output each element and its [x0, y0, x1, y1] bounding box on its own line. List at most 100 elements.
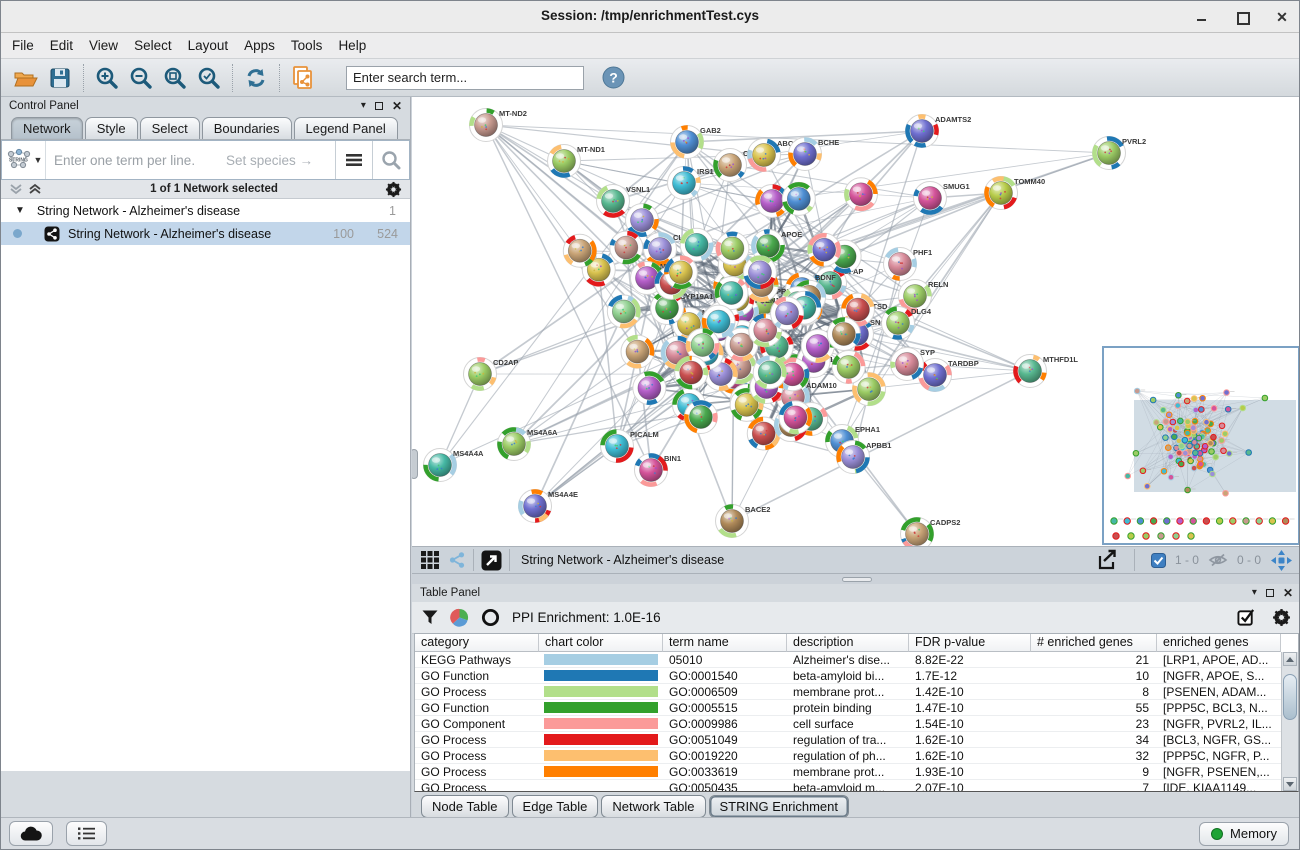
network-node[interactable]: CADPS2	[901, 518, 961, 547]
selected-nodes-checkbox-icon[interactable]	[1151, 553, 1166, 568]
network-node[interactable]	[684, 400, 717, 433]
share-view-icon[interactable]	[448, 551, 466, 569]
column-header--enriched-genes[interactable]: # enriched genes	[1031, 634, 1157, 652]
zoom-selected-button[interactable]	[192, 62, 226, 94]
network-node[interactable]: MT-ND2	[470, 109, 527, 142]
table-row[interactable]: GO ComponentGO:0009986cell surface1.54E-…	[415, 716, 1281, 732]
network-node[interactable]	[808, 233, 841, 266]
menu-edit[interactable]: Edit	[50, 35, 82, 56]
panel-float-icon[interactable]	[375, 102, 383, 110]
network-node[interactable]: BACE2	[716, 505, 771, 538]
tab-string-enrichment[interactable]: STRING Enrichment	[709, 795, 849, 818]
expand-all-icon[interactable]	[28, 183, 43, 195]
column-header-enriched-genes[interactable]: enriched genes	[1157, 634, 1281, 652]
table-vertical-scrollbar[interactable]	[1281, 652, 1298, 791]
table-row[interactable]: GO ProcessGO:0019220regulation of ph...1…	[415, 748, 1281, 764]
column-header-description[interactable]: description	[787, 634, 909, 652]
network-node[interactable]	[716, 232, 749, 265]
tab-style[interactable]: Style	[85, 117, 138, 139]
network-node[interactable]: BIN1	[635, 454, 682, 487]
network-node[interactable]: PHF1	[884, 248, 933, 281]
network-collection-row[interactable]: ▼ String Network - Alzheimer's disease 1	[1, 199, 410, 222]
panel-divider-grip[interactable]	[412, 449, 418, 479]
tab-edge-table[interactable]: Edge Table	[512, 795, 599, 818]
menu-select[interactable]: Select	[134, 35, 181, 56]
network-node[interactable]	[715, 277, 748, 310]
scroll-down-button[interactable]	[1283, 777, 1297, 791]
table-panel-float-icon[interactable]	[1266, 589, 1274, 597]
network-node[interactable]: MTHFD1L	[1014, 355, 1079, 388]
memory-button[interactable]: Memory	[1199, 822, 1289, 846]
cloud-tasks-button[interactable]	[9, 821, 53, 846]
network-node[interactable]	[664, 256, 697, 289]
tree-expand-triangle-icon[interactable]: ▼	[15, 205, 25, 216]
network-node[interactable]: MS4A4E	[519, 490, 579, 523]
network-node[interactable]: ADAMTS2	[906, 115, 972, 148]
panel-close-icon[interactable]: ✕	[392, 101, 402, 111]
network-node[interactable]	[563, 234, 596, 267]
tab-node-table[interactable]: Node Table	[421, 795, 509, 818]
table-row[interactable]: KEGG Pathways05010Alzheimer's dise...8.8…	[415, 652, 1281, 668]
tab-network-table[interactable]: Network Table	[601, 795, 705, 818]
minimize-button[interactable]	[1195, 10, 1209, 24]
menu-help[interactable]: Help	[338, 35, 375, 56]
network-node[interactable]	[782, 182, 815, 215]
network-node[interactable]	[675, 356, 708, 389]
network-canvas[interactable]: MT-ND2MT-ND1VSNL1GAB2IRS1CHATABCA7BCHEAC…	[412, 97, 1300, 546]
birds-eye-view[interactable]	[1102, 346, 1300, 545]
network-node[interactable]	[633, 372, 666, 405]
remove-chart-icon[interactable]	[481, 608, 500, 627]
tab-network[interactable]: Network	[11, 117, 83, 139]
open-session-button[interactable]	[9, 62, 43, 94]
network-node[interactable]: BCHE	[789, 138, 840, 171]
network-node[interactable]: GAB2	[671, 126, 721, 159]
network-node[interactable]	[827, 317, 860, 350]
network-node[interactable]	[771, 297, 804, 330]
network-node[interactable]	[607, 295, 640, 328]
network-node[interactable]	[753, 356, 786, 389]
column-header-FDR-p-value[interactable]: FDR p-value	[909, 634, 1031, 652]
table-row[interactable]: GO FunctionGO:0005515protein binding1.47…	[415, 700, 1281, 716]
zoom-fit-button[interactable]	[158, 62, 192, 94]
filter-icon[interactable]	[422, 610, 438, 625]
scrollbar-thumb[interactable]	[1283, 674, 1297, 720]
network-node[interactable]: MT-ND1	[548, 145, 605, 178]
export-network-icon[interactable]	[1096, 549, 1118, 571]
menu-layout[interactable]: Layout	[188, 35, 238, 56]
network-node[interactable]	[779, 401, 812, 434]
tab-boundaries[interactable]: Boundaries	[202, 117, 292, 139]
network-node[interactable]	[844, 178, 877, 211]
network-node[interactable]	[610, 231, 643, 264]
zoom-in-button[interactable]	[90, 62, 124, 94]
table-row[interactable]: GO ProcessGO:0051049regulation of tra...…	[415, 732, 1281, 748]
network-row[interactable]: String Network - Alzheimer's disease 100…	[1, 222, 410, 245]
tab-select[interactable]: Select	[140, 117, 200, 139]
network-node[interactable]: PVRL2	[1093, 137, 1147, 170]
column-header-chart-color[interactable]: chart color	[539, 634, 663, 652]
column-header-term-name[interactable]: term name	[663, 634, 787, 652]
search-input[interactable]	[346, 66, 584, 90]
save-session-button[interactable]	[43, 62, 77, 94]
table-row[interactable]: GO ProcessGO:0050435beta-amyloid m...2.0…	[415, 780, 1281, 791]
network-from-file-button[interactable]	[286, 62, 320, 94]
grid-view-icon[interactable]	[420, 550, 440, 570]
panel-menu-caret-icon[interactable]: ▾	[361, 101, 366, 111]
help-button[interactable]: ?	[596, 62, 630, 94]
menu-view[interactable]: View	[89, 35, 127, 56]
birds-eye-toggle-icon[interactable]	[1270, 549, 1293, 572]
menu-tools[interactable]: Tools	[291, 35, 332, 56]
table-row[interactable]: GO ProcessGO:0033619membrane prot...1.93…	[415, 764, 1281, 780]
table-panel-menu-caret-icon[interactable]: ▾	[1252, 588, 1257, 598]
collapse-all-icon[interactable]	[9, 183, 24, 195]
column-header-category[interactable]: category	[415, 634, 539, 652]
hidden-nodes-eye-icon[interactable]	[1208, 553, 1228, 567]
chart-settings-icon[interactable]	[450, 608, 469, 627]
detach-view-icon[interactable]	[481, 550, 502, 571]
menu-file[interactable]: File	[12, 35, 43, 56]
task-history-button[interactable]	[66, 821, 107, 846]
network-options-gear-icon[interactable]	[385, 181, 402, 198]
table-row[interactable]: GO ProcessGO:0006509membrane prot...1.42…	[415, 684, 1281, 700]
refresh-button[interactable]	[239, 62, 273, 94]
string-query-input[interactable]: Enter one term per line. Set species →	[46, 141, 335, 179]
table-settings-gear-icon[interactable]	[1272, 608, 1291, 627]
